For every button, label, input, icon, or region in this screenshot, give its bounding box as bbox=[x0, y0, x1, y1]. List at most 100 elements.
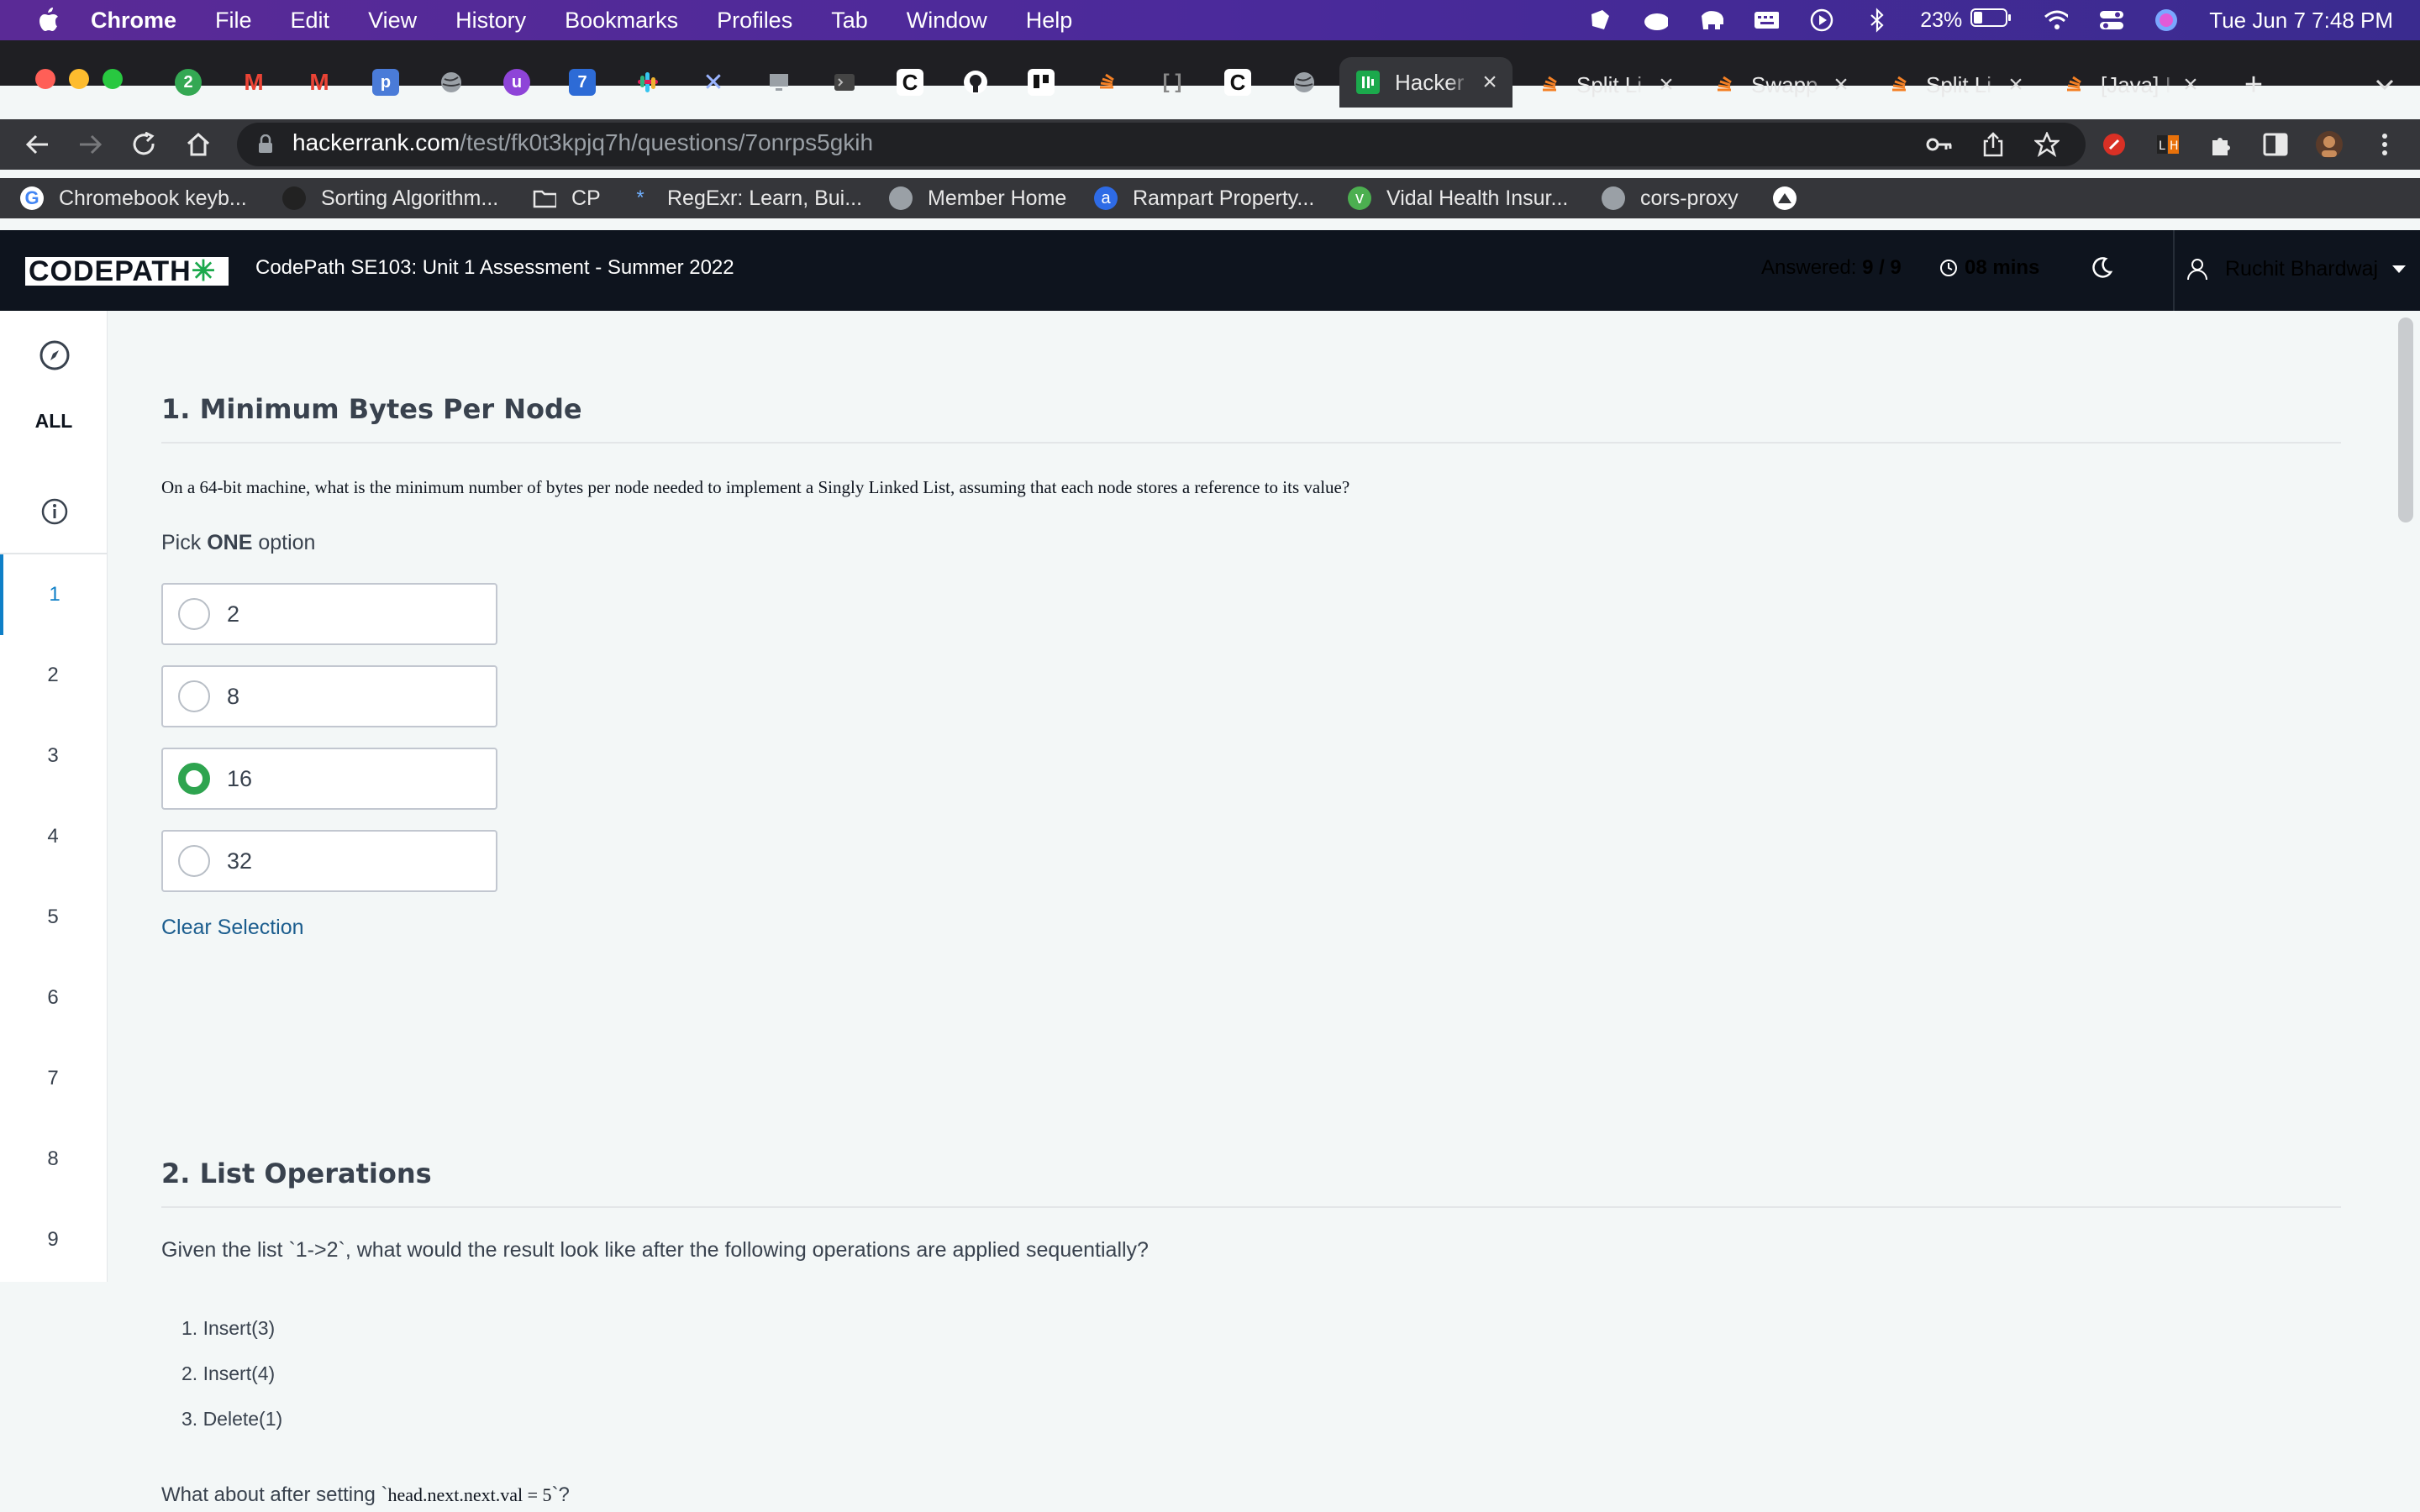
tab-close-icon[interactable]: × bbox=[2005, 71, 2027, 99]
control-center-icon[interactable] bbox=[2098, 8, 2124, 33]
tab-split-list-1[interactable]: Split Li × bbox=[1538, 66, 1677, 104]
compass-button[interactable] bbox=[39, 339, 71, 375]
battery-status[interactable]: 23% bbox=[1920, 8, 2012, 34]
bookmark-sorting[interactable]: Sorting Algorithm... bbox=[282, 183, 498, 213]
side-panel-button[interactable] bbox=[2259, 128, 2292, 161]
info-button[interactable] bbox=[40, 497, 69, 530]
reload-button[interactable] bbox=[128, 128, 161, 161]
window-close-button[interactable] bbox=[35, 69, 55, 89]
home-button[interactable] bbox=[182, 128, 215, 161]
trello-tab-icon[interactable] bbox=[1028, 69, 1055, 96]
bookmark-regexr[interactable]: * RegExr: Learn, Bui... bbox=[629, 183, 862, 213]
bluetooth-icon[interactable] bbox=[1865, 8, 1890, 33]
x-app-tab-icon[interactable]: ✕ bbox=[700, 69, 727, 97]
bookmark-cp-folder[interactable]: CP bbox=[533, 183, 601, 213]
bookmark-chromebook[interactable]: G Chromebook keyb... bbox=[20, 183, 247, 213]
github-tab-icon[interactable] bbox=[962, 69, 989, 96]
bookmark-vidal[interactable]: v Vidal Health Insur... bbox=[1348, 183, 1568, 213]
brackets-tab-icon[interactable]: [ ] bbox=[1159, 69, 1186, 96]
nav-question-7[interactable]: 7 bbox=[0, 1038, 106, 1119]
menu-edit[interactable]: Edit bbox=[291, 8, 330, 34]
calendar-tab-icon[interactable]: 7 bbox=[569, 69, 596, 96]
radio-button-selected[interactable] bbox=[178, 763, 210, 795]
monitor-tab-icon[interactable] bbox=[765, 69, 792, 96]
menu-file[interactable]: File bbox=[215, 8, 252, 34]
bookmark-overflow[interactable] bbox=[1773, 183, 1812, 213]
new-tab-button[interactable]: + bbox=[2237, 66, 2270, 104]
status-play-icon[interactable] bbox=[1809, 8, 1834, 33]
user-menu[interactable]: Ruchit Bhardwaj bbox=[2185, 256, 2407, 281]
menu-app-name[interactable]: Chrome bbox=[91, 8, 176, 34]
apple-icon[interactable] bbox=[34, 6, 62, 34]
extension-red-button[interactable] bbox=[2097, 128, 2131, 161]
menu-window[interactable]: Window bbox=[907, 8, 987, 34]
nav-question-2[interactable]: 2 bbox=[0, 635, 106, 716]
codepath-tab-icon-2[interactable]: C bbox=[1224, 69, 1251, 96]
forward-button[interactable] bbox=[74, 128, 108, 161]
menu-bookmarks[interactable]: Bookmarks bbox=[565, 8, 678, 34]
nav-question-8[interactable]: 8 bbox=[0, 1119, 106, 1200]
p-app-tab-icon[interactable]: p bbox=[372, 69, 399, 96]
clear-selection-link[interactable]: Clear Selection bbox=[161, 916, 304, 940]
lock-icon[interactable] bbox=[257, 134, 274, 159]
radio-button[interactable] bbox=[178, 845, 210, 877]
menubar-clock[interactable]: Tue Jun 7 7:48 PM bbox=[2209, 8, 2393, 34]
tab-hackerrank-active[interactable]: Hacker × bbox=[1339, 57, 1512, 108]
back-button[interactable] bbox=[20, 128, 54, 161]
scrollbar-thumb[interactable] bbox=[2398, 318, 2413, 522]
nav-all[interactable]: ALL bbox=[0, 410, 108, 433]
nav-question-1[interactable]: 1 bbox=[0, 554, 106, 635]
tab-java[interactable]: [Java] I × bbox=[2062, 66, 2202, 104]
tab-close-icon[interactable]: × bbox=[2180, 71, 2202, 99]
tab-search-button[interactable] bbox=[2368, 66, 2402, 104]
tab-close-icon[interactable]: × bbox=[1479, 68, 1501, 97]
share-button[interactable] bbox=[1976, 128, 2010, 161]
globe-tab-icon[interactable] bbox=[438, 69, 465, 96]
url-text[interactable]: hackerrank.com/test/fk0t3kpjq7h/question… bbox=[292, 129, 873, 156]
bookmark-member-home[interactable]: Member Home bbox=[889, 183, 1066, 213]
slack-tab-icon[interactable] bbox=[634, 69, 661, 96]
option-8[interactable]: 8 bbox=[161, 665, 497, 727]
status-cloud-icon[interactable] bbox=[1643, 8, 1669, 33]
status-app-icon[interactable] bbox=[1587, 8, 1612, 33]
menu-view[interactable]: View bbox=[368, 8, 417, 34]
gmail-tab-icon-2[interactable]: M bbox=[306, 69, 333, 96]
menu-help[interactable]: Help bbox=[1026, 8, 1073, 34]
tab-close-icon[interactable]: × bbox=[1830, 71, 1852, 99]
dark-mode-toggle[interactable] bbox=[2089, 255, 2114, 281]
bookmark-rampart[interactable]: a Rampart Property... bbox=[1094, 183, 1314, 213]
nav-question-6[interactable]: 6 bbox=[0, 958, 106, 1038]
menu-history[interactable]: History bbox=[455, 8, 526, 34]
globe-tab-icon-2[interactable] bbox=[1291, 69, 1318, 96]
codepath-tab-icon[interactable]: C bbox=[897, 69, 923, 96]
menu-profiles[interactable]: Profiles bbox=[717, 8, 792, 34]
extensions-button[interactable] bbox=[2205, 128, 2238, 161]
nav-question-3[interactable]: 3 bbox=[0, 716, 106, 796]
option-16-selected[interactable]: 16 bbox=[161, 748, 497, 810]
terminal-tab-icon[interactable] bbox=[831, 69, 858, 96]
option-2[interactable]: 2 bbox=[161, 583, 497, 645]
bookmark-star-button[interactable] bbox=[2030, 128, 2064, 161]
extension-lh-button[interactable]: LH bbox=[2151, 128, 2185, 161]
siri-icon[interactable] bbox=[2154, 8, 2179, 33]
nav-question-9[interactable]: 9 bbox=[0, 1200, 106, 1280]
tab-swapping[interactable]: Swapp × bbox=[1712, 66, 1852, 104]
radio-button[interactable] bbox=[178, 680, 210, 712]
window-minimize-button[interactable] bbox=[69, 69, 89, 89]
option-32[interactable]: 32 bbox=[161, 830, 497, 892]
browser-menu-button[interactable] bbox=[2368, 128, 2402, 161]
stackoverflow-tab-icon[interactable] bbox=[1093, 69, 1120, 96]
gmail-tab-icon[interactable]: M bbox=[240, 69, 267, 96]
profile-avatar-button[interactable] bbox=[2312, 128, 2346, 161]
nav-question-4[interactable]: 4 bbox=[0, 796, 106, 877]
pinned-tab-badge[interactable]: 2 bbox=[175, 69, 202, 96]
window-zoom-button[interactable] bbox=[103, 69, 123, 89]
wifi-icon[interactable] bbox=[2043, 8, 2069, 33]
menu-tab[interactable]: Tab bbox=[831, 8, 868, 34]
tab-split-list-2[interactable]: Split Li × bbox=[1887, 66, 2027, 104]
bookmark-cors-proxy[interactable]: cors-proxy bbox=[1602, 183, 1739, 213]
nav-question-5[interactable]: 5 bbox=[0, 877, 106, 958]
status-elephant-icon[interactable] bbox=[1698, 8, 1724, 33]
tab-close-icon[interactable]: × bbox=[1655, 71, 1677, 99]
radio-button[interactable] bbox=[178, 598, 210, 630]
